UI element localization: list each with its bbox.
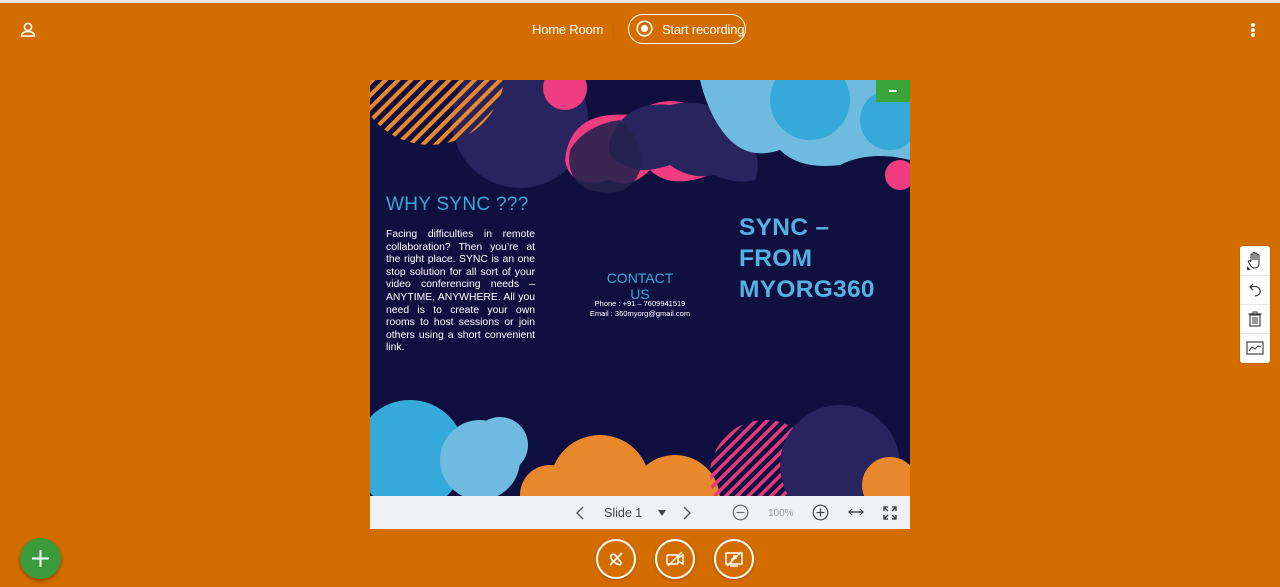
whiteboard-button[interactable]: [1240, 334, 1270, 362]
contact-phone: Phone : +91 – 7609941519: [594, 299, 686, 308]
room-name: Home Room: [532, 22, 604, 37]
whiteboard-toolbar: [1240, 246, 1270, 363]
slide-body-text: Facing difficulties in remote collaborat…: [386, 229, 535, 354]
trash-icon: [1248, 311, 1262, 327]
screenshare-button[interactable]: [714, 539, 754, 579]
top-border: [0, 0, 1280, 3]
zoom-out-icon[interactable]: [732, 504, 749, 521]
contact-details: Phone : +91 – 7609941519 Email : 360myor…: [566, 299, 714, 319]
brand-line-3: MYORG360: [739, 276, 875, 303]
presentation-controls: Slide 1 100%: [370, 496, 910, 529]
camera-off-icon: [666, 551, 684, 567]
add-action-button[interactable]: [20, 538, 61, 579]
brand-line-1: SYNC –: [739, 214, 830, 241]
start-recording-label: Start recording: [662, 22, 745, 37]
contact-title: CONTACT US: [606, 270, 674, 302]
minimize-presentation-button[interactable]: [876, 80, 910, 102]
more-vertical-icon: [1251, 23, 1255, 37]
minimize-icon: [889, 90, 897, 92]
camera-toggle-button[interactable]: [655, 539, 695, 579]
whiteboard-icon: [1246, 341, 1264, 355]
screenshare-off-icon: [725, 551, 743, 567]
chevron-left-icon[interactable]: [574, 505, 586, 521]
more-options-button[interactable]: [1243, 18, 1263, 42]
chevron-right-icon[interactable]: [681, 505, 693, 521]
caret-down-icon[interactable]: [657, 508, 667, 518]
slide-number-label[interactable]: Slide 1: [604, 506, 642, 520]
undo-button[interactable]: [1240, 276, 1270, 304]
brand-line-2: FROM: [739, 245, 813, 272]
record-icon: [636, 20, 653, 37]
plus-icon: [32, 550, 49, 567]
fullscreen-icon[interactable]: [882, 505, 898, 521]
zoom-in-icon[interactable]: [812, 504, 829, 521]
hand-tool-button[interactable]: [1240, 246, 1270, 274]
fit-width-icon[interactable]: [847, 505, 865, 519]
presentation-slide: WHY SYNC ??? Facing difficulties in remo…: [370, 80, 910, 496]
slide-heading: WHY SYNC ???: [386, 194, 529, 215]
user-list-button[interactable]: [16, 18, 40, 42]
undo-icon: [1249, 283, 1261, 297]
zoom-value: 100%: [768, 508, 794, 519]
mic-off-icon: [609, 552, 623, 566]
contact-email: Email : 360myorg@gmail.com: [589, 309, 691, 318]
mute-button[interactable]: [596, 539, 636, 579]
hand-tool-icon: [1247, 251, 1260, 270]
delete-button[interactable]: [1240, 305, 1270, 333]
header-divider: [613, 23, 614, 37]
user-icon: [20, 22, 36, 37]
brand-title: SYNC – FROM MYORG360: [739, 212, 904, 305]
start-recording-button[interactable]: Start recording: [628, 14, 746, 44]
